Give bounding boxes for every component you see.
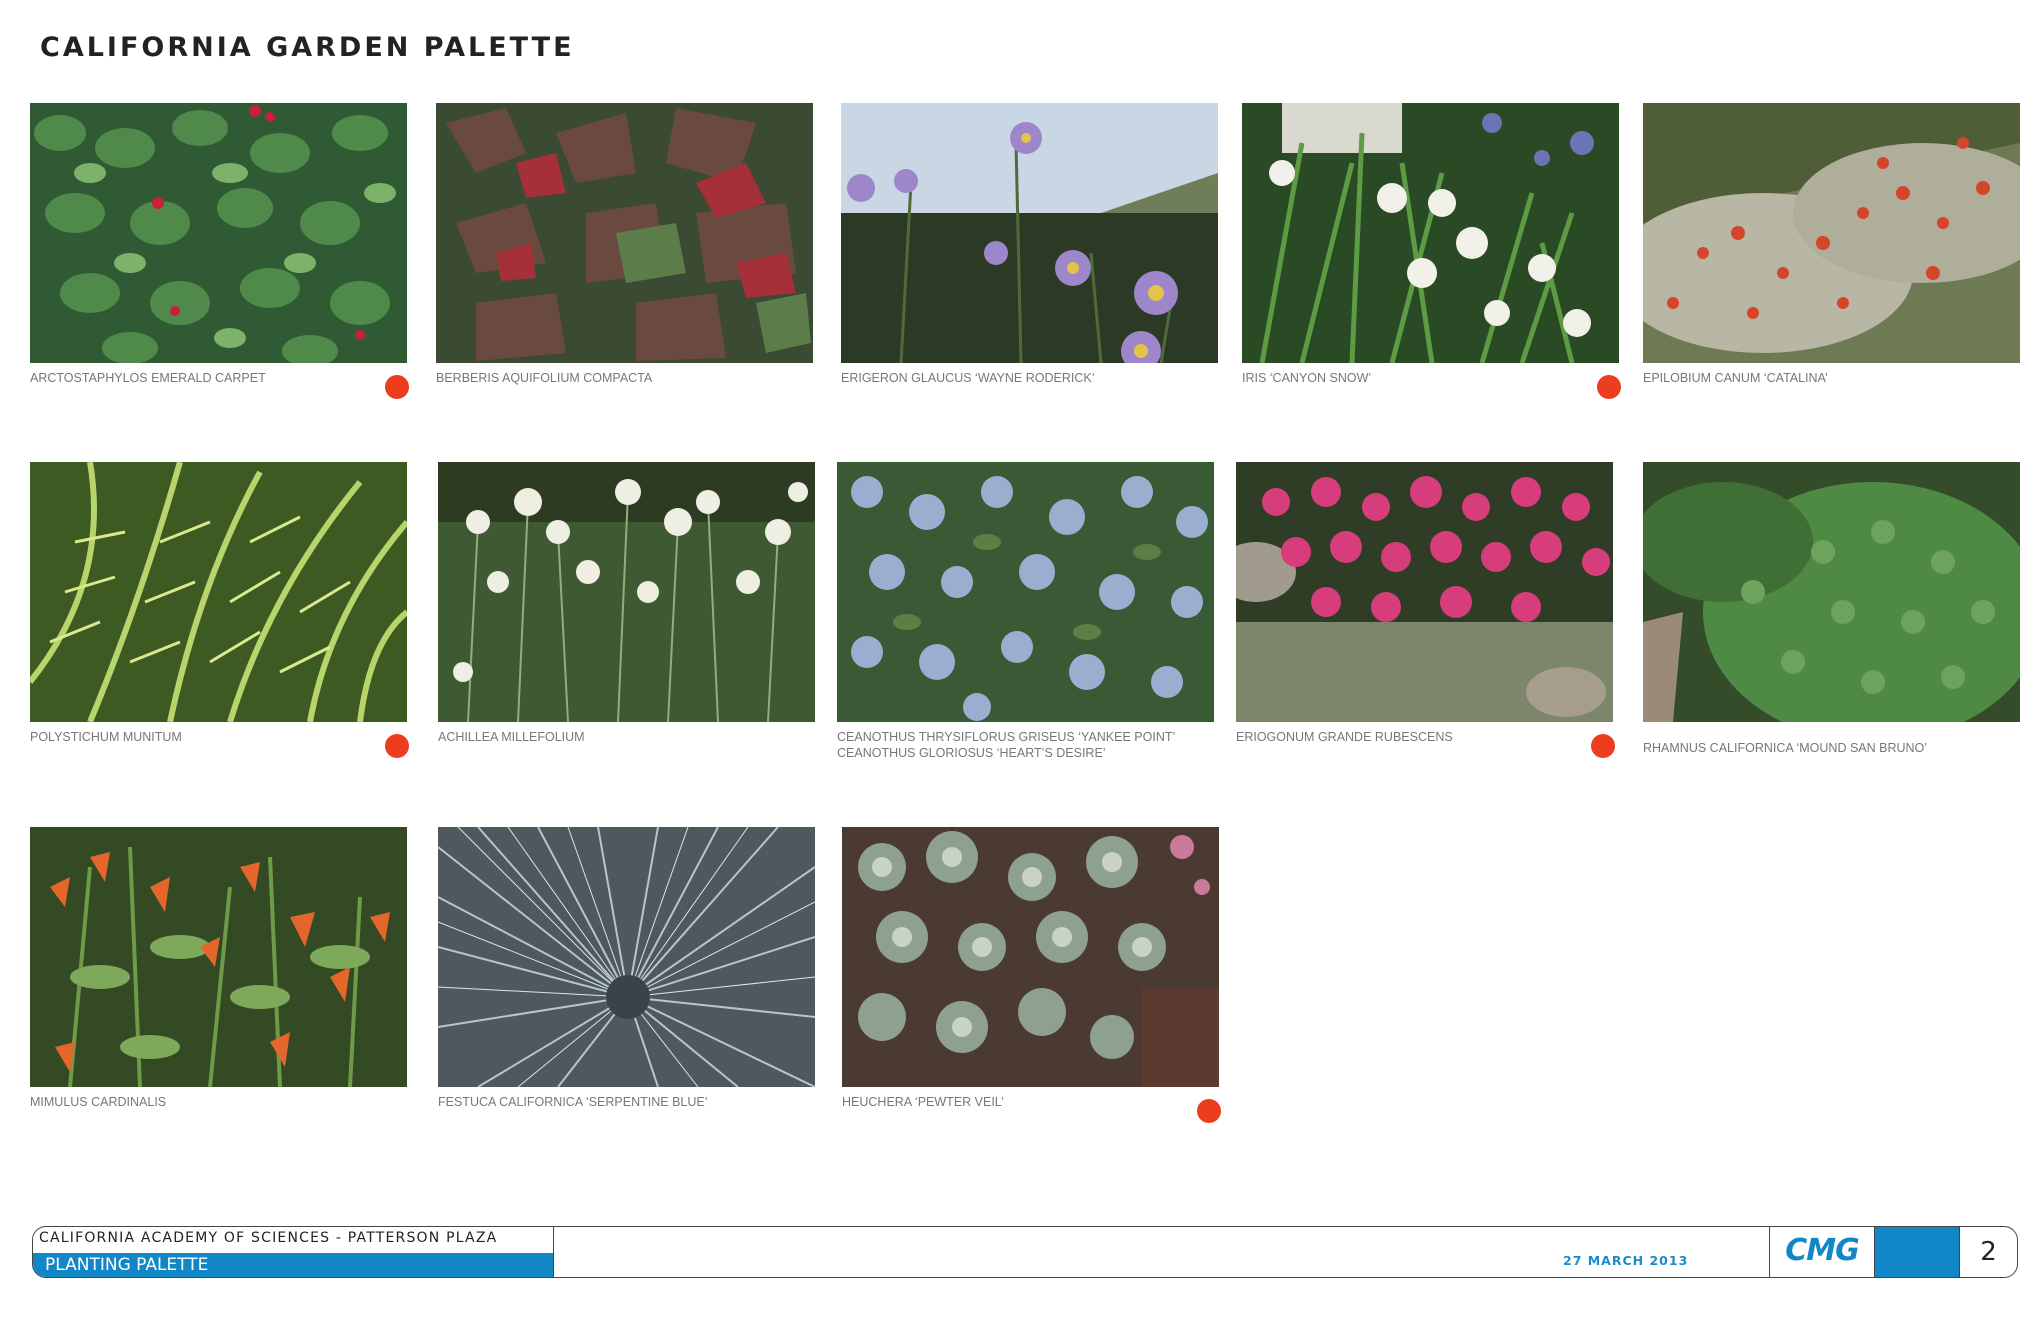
marker-dot [385,375,409,399]
plant-caption-line: HEUCHERA ‘PEWTER VEIL’ [842,1095,1004,1109]
plant-caption-line: POLYSTICHUM MUNITUM [30,730,182,744]
plant-photo [1242,103,1619,363]
plant-caption-line: MIMULUS CARDINALIS [30,1095,167,1109]
plant-caption: HEUCHERA ‘PEWTER VEIL’ [842,1094,1172,1110]
plant-caption-line: FESTUCA CALIFORNICA ‘SERPENTINE BLUE’ [438,1095,708,1109]
page-title: CALIFORNIA GARDEN PALETTE [40,32,575,63]
marker-dot [385,734,409,758]
plant-caption-line: IRIS ‘CANYON SNOW’ [1242,371,1372,385]
page-number: 2 [1959,1227,2017,1277]
plant-caption-line: RHAMNUS CALIFORNICA ‘MOUND SAN BRUNO’ [1643,741,1928,755]
plant-photo [30,462,407,722]
plant-caption-line: ACHILLEA MILLEFOLIUM [438,730,585,744]
marker-dot [1591,734,1615,758]
plant-caption-line: CEANOTHUS THRYSIFLORUS GRISEUS ‘YANKEE P… [837,730,1176,744]
accent-block [1875,1227,1959,1277]
plant-photo [30,103,407,363]
firm-logo-cell: CMG [1769,1227,1875,1277]
plant-caption-line: ERIOGONUM GRANDE RUBESCENS [1236,730,1453,744]
plant-caption-line: ARCTOSTAPHYLOS EMERALD CARPET [30,371,266,385]
plant-photo [842,827,1219,1087]
plant-photo [30,827,407,1087]
plant-photo [841,103,1218,363]
plant-photo [1643,462,2020,722]
plant-photo [438,827,815,1087]
plant-caption-line: CEANOTHUS GLORIOSUS ‘HEART’S DESIRE’ [837,746,1106,760]
plant-caption: IRIS ‘CANYON SNOW’ [1242,370,1572,386]
plant-photo [438,462,815,722]
title-block: CALIFORNIA ACADEMY OF SCIENCES - PATTERS… [32,1226,2018,1278]
plant-caption: ARCTOSTAPHYLOS EMERALD CARPET [30,370,360,386]
plant-caption: POLYSTICHUM MUNITUM [30,729,360,745]
plant-photo [436,103,813,363]
plant-caption: ACHILLEA MILLEFOLIUM [438,729,768,745]
plant-caption: ERIGERON GLAUCUS ‘WAYNE RODERICK’ [841,370,1171,386]
sheet-date: 27 MARCH 2013 [1563,1253,1689,1268]
sheet-title: PLANTING PALETTE [33,1253,553,1277]
cmg-logo: CMG [1785,1233,1860,1268]
plant-caption: BERBERIS AQUIFOLIUM COMPACTA [436,370,766,386]
plant-caption: FESTUCA CALIFORNICA ‘SERPENTINE BLUE’ [438,1094,768,1110]
plant-caption-line: BERBERIS AQUIFOLIUM COMPACTA [436,371,653,385]
client-name: CALIFORNIA ACADEMY OF SCIENCES - PATTERS… [39,1230,498,1246]
plant-caption-line: EPILOBIUM CANUM ‘CATALINA’ [1643,371,1828,385]
plant-photo [1236,462,1613,722]
plant-caption-line: ERIGERON GLAUCUS ‘WAYNE RODERICK’ [841,371,1095,385]
plant-caption: EPILOBIUM CANUM ‘CATALINA’ [1643,370,1973,386]
plant-caption: ERIOGONUM GRANDE RUBESCENS [1236,729,1566,745]
plant-caption: RHAMNUS CALIFORNICA ‘MOUND SAN BRUNO’ [1643,740,1973,756]
project-info: CALIFORNIA ACADEMY OF SCIENCES - PATTERS… [33,1227,554,1277]
marker-dot [1597,375,1621,399]
plant-photo [1643,103,2020,363]
plant-caption: CEANOTHUS THRYSIFLORUS GRISEUS ‘YANKEE P… [837,729,1176,761]
plant-photo [837,462,1214,722]
marker-dot [1197,1099,1221,1123]
plant-caption: MIMULUS CARDINALIS [30,1094,360,1110]
